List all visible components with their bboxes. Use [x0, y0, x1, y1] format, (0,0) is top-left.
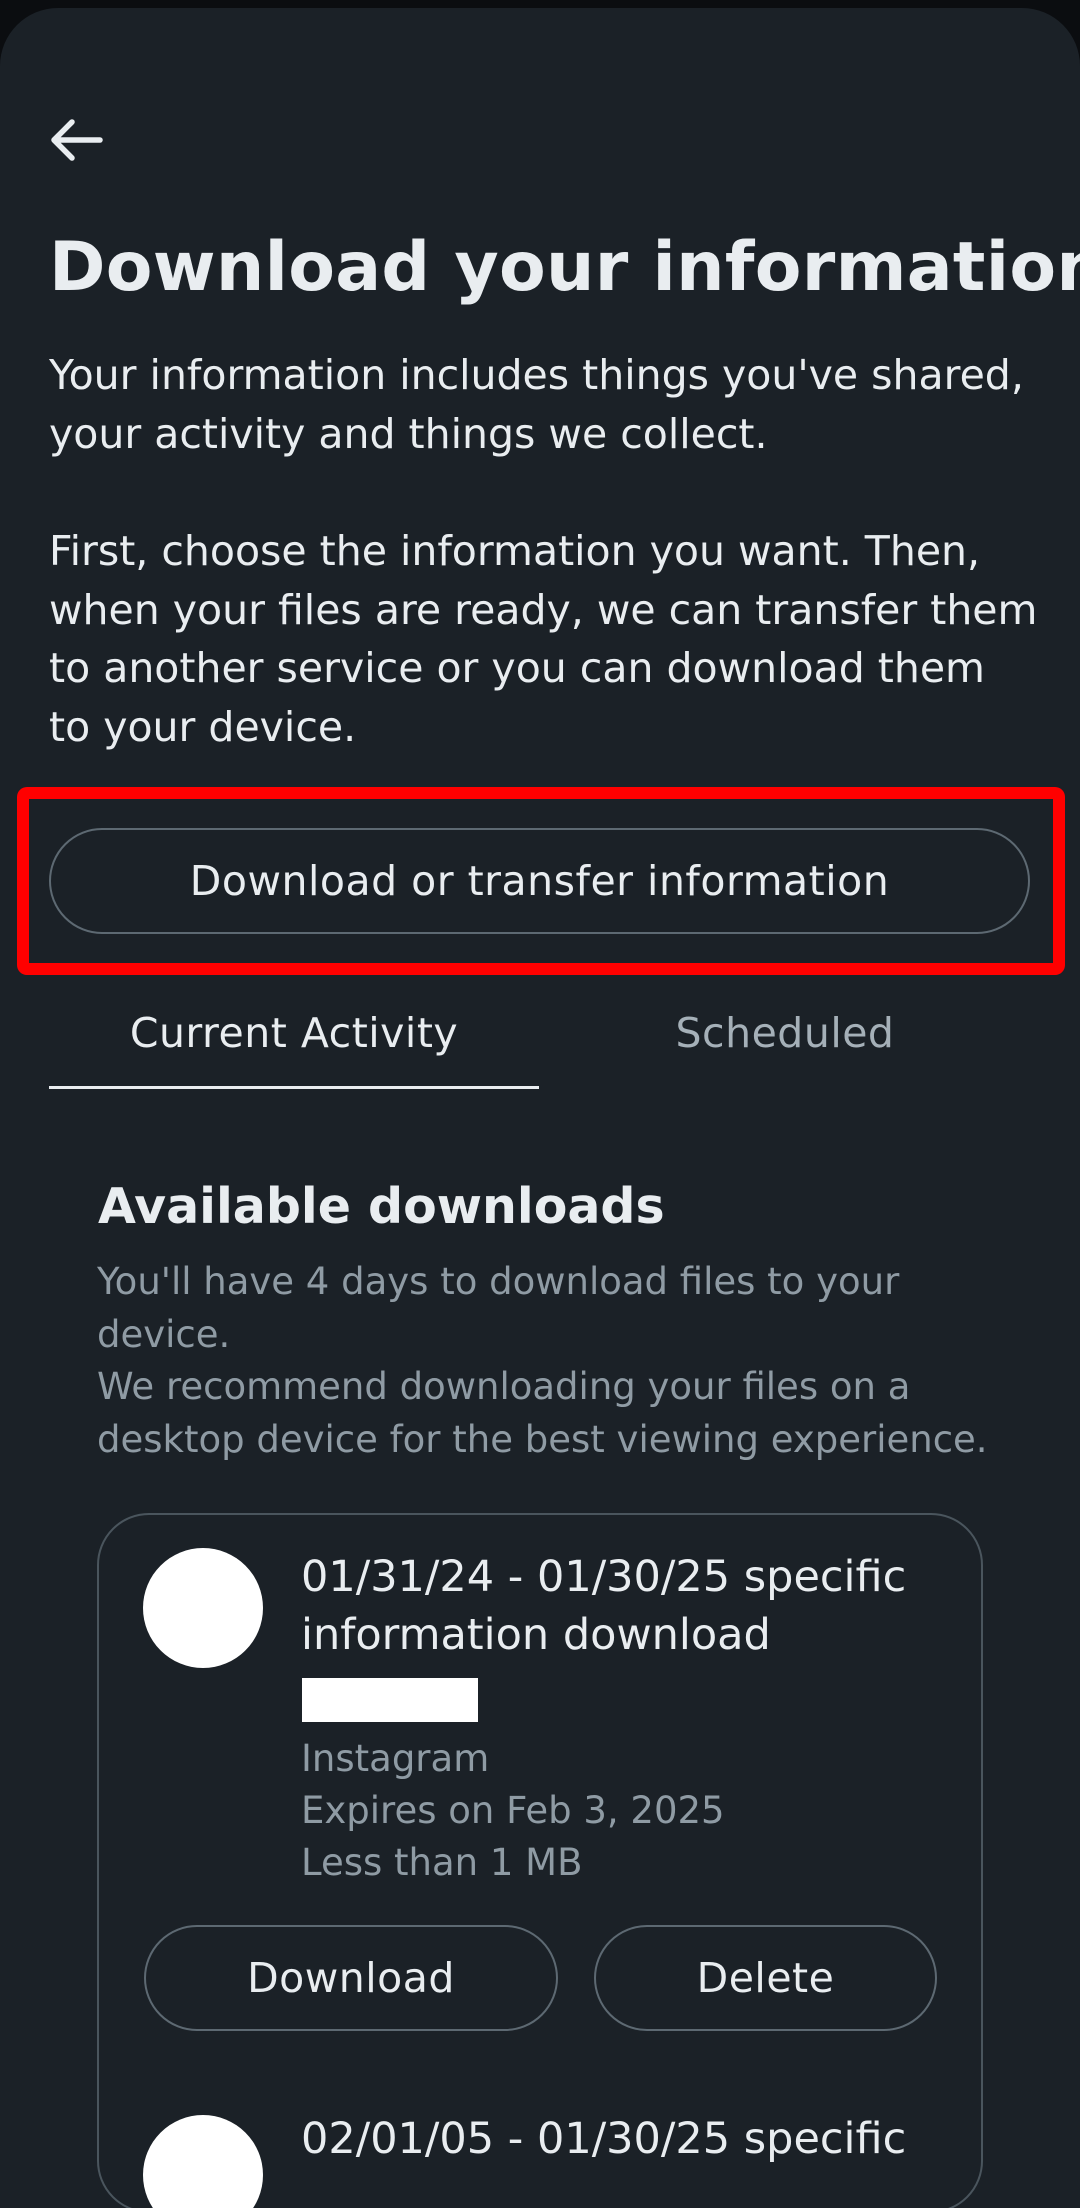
description-line-recommend: We recommend downloading your files on a… [97, 1365, 988, 1461]
intro-paragraph-steps: First, choose the information you want. … [49, 527, 1038, 751]
available-downloads-description: You'll have 4 days to download files to … [97, 1256, 997, 1466]
page-title: Download your information [49, 228, 1080, 307]
active-tab-indicator [49, 1086, 539, 1089]
intro-paragraph-info: Your information includes things you've … [49, 351, 1024, 458]
download-button[interactable]: Download [144, 1925, 558, 2031]
download-item-title: 02/01/05 - 01/30/25 specific [301, 2114, 907, 2164]
download-source-app: Instagram [301, 1737, 490, 1780]
download-size: Less than 1 MB [301, 1841, 583, 1884]
description-line-days: You'll have 4 days to download files to … [97, 1260, 900, 1356]
redacted-text [302, 1678, 478, 1722]
delete-button[interactable]: Delete [594, 1925, 937, 2031]
tab-scheduled[interactable]: Scheduled [540, 998, 1030, 1068]
download-item-title: 01/31/24 - 01/30/25 specific information… [301, 1552, 907, 1660]
arrow-left-icon [51, 119, 103, 161]
download-expiry: Expires on Feb 3, 2025 [301, 1789, 725, 1832]
back-button[interactable] [44, 108, 108, 172]
avatar [143, 1548, 263, 1668]
tab-current-activity[interactable]: Current Activity [49, 998, 539, 1068]
download-info-sheet: Download your information Your informati… [0, 8, 1080, 2208]
highlight-box [17, 787, 1065, 975]
available-downloads-title: Available downloads [98, 1178, 665, 1235]
